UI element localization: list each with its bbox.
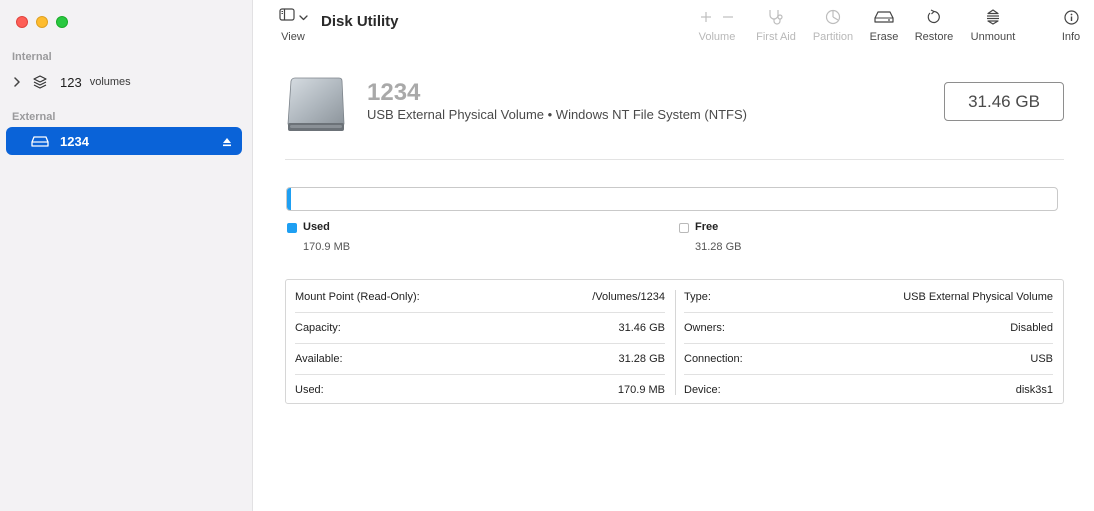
info-row: Owners: Disabled (684, 312, 1053, 343)
minimize-window-button[interactable] (36, 16, 48, 28)
restore-label: Restore (914, 31, 954, 43)
info-value: USB (1030, 352, 1053, 365)
stethoscope-icon (752, 8, 800, 26)
free-value: 31.28 GB (695, 241, 742, 253)
volume-label: Volume (698, 31, 736, 43)
sidebar-item-1234[interactable]: 1234 (6, 127, 242, 155)
sidebar: Internal 123 volumes External 1234 (0, 0, 253, 511)
free-label: Free (695, 221, 719, 233)
external-drive-icon (30, 131, 50, 151)
info-label: Info (1061, 31, 1081, 43)
used-label: Used (303, 221, 330, 233)
sidebar-toggle-icon (278, 8, 295, 26)
info-row: Type: USB External Physical Volume (684, 281, 1053, 312)
info-key: Owners: (684, 321, 725, 334)
info-value: disk3s1 (1015, 383, 1053, 396)
used-value: 170.9 MB (303, 241, 351, 253)
unmount-icon (967, 8, 1019, 26)
chevron-down-icon (298, 8, 308, 26)
info-row: Used: 170.9 MB (295, 374, 665, 405)
info-key: Device: (684, 383, 721, 396)
sidebar-item-label: 1234 (60, 133, 89, 149)
info-value: 170.9 MB (617, 383, 665, 396)
drive-image (286, 74, 346, 134)
first-aid-button[interactable]: First Aid (752, 8, 800, 43)
first-aid-label: First Aid (756, 31, 796, 43)
view-label: View (281, 31, 305, 43)
info-value: /Volumes/1234 (592, 290, 665, 303)
unmount-label: Unmount (970, 31, 1016, 43)
info-table: Mount Point (Read-Only): /Volumes/1234 C… (285, 279, 1064, 404)
info-row: Available: 31.28 GB (295, 343, 665, 374)
free-swatch (679, 223, 689, 233)
usage-bar-used-fill (287, 188, 291, 210)
erase-label: Erase (869, 31, 899, 43)
info-key: Capacity: (295, 321, 341, 334)
info-key: Available: (295, 352, 343, 365)
eject-icon[interactable] (222, 134, 232, 152)
info-key: Used: (295, 383, 324, 396)
view-button[interactable]: View (273, 8, 313, 43)
plus-minus-icon (694, 8, 740, 26)
volume-description: USB External Physical Volume • Windows N… (367, 107, 747, 122)
info-button[interactable]: Info (1057, 8, 1085, 43)
sidebar-item-sublabel: volumes (89, 76, 131, 88)
capacity-badge: 31.46 GB (944, 82, 1064, 121)
info-row: Connection: USB (684, 343, 1053, 374)
info-value: Disabled (1010, 321, 1053, 334)
unmount-button[interactable]: Unmount (967, 8, 1019, 43)
partition-button[interactable]: Partition (810, 8, 856, 43)
pie-partition-icon (810, 8, 856, 26)
partition-label: Partition (812, 31, 854, 43)
info-key: Mount Point (Read-Only): (295, 290, 420, 303)
info-column-divider (675, 290, 676, 395)
close-window-button[interactable] (16, 16, 28, 28)
sidebar-item-label: 123 (60, 74, 82, 90)
info-key: Connection: (684, 352, 743, 365)
usage-bar (286, 187, 1058, 211)
info-value: USB External Physical Volume (903, 290, 1053, 303)
restore-button[interactable]: Restore (912, 8, 956, 43)
info-row: Capacity: 31.46 GB (295, 312, 665, 343)
chevron-right-icon[interactable] (8, 77, 26, 87)
section-label-external: External (12, 111, 56, 123)
sidebar-item-123[interactable]: 123 volumes (6, 68, 242, 96)
header-divider (285, 159, 1064, 160)
info-row: Device: disk3s1 (684, 374, 1053, 405)
zoom-window-button[interactable] (56, 16, 68, 28)
toolbar: View Disk Utility Volume First Aid Parti… (253, 0, 1094, 52)
restore-arrow-icon (912, 8, 956, 26)
window-controls (16, 16, 68, 28)
info-value: 31.46 GB (618, 321, 665, 334)
erase-button[interactable]: Erase (866, 8, 902, 43)
info-value: 31.28 GB (618, 352, 665, 365)
info-key: Type: (684, 290, 711, 303)
info-icon (1057, 8, 1085, 26)
info-row: Mount Point (Read-Only): /Volumes/1234 (295, 281, 665, 312)
volume-button[interactable]: Volume (694, 8, 740, 43)
volume-name: 1234 (367, 79, 421, 106)
stack-layers-icon (30, 72, 50, 92)
used-swatch (287, 223, 297, 233)
app-title: Disk Utility (321, 13, 399, 30)
section-label-internal: Internal (12, 51, 52, 63)
erase-drive-icon (866, 8, 902, 26)
